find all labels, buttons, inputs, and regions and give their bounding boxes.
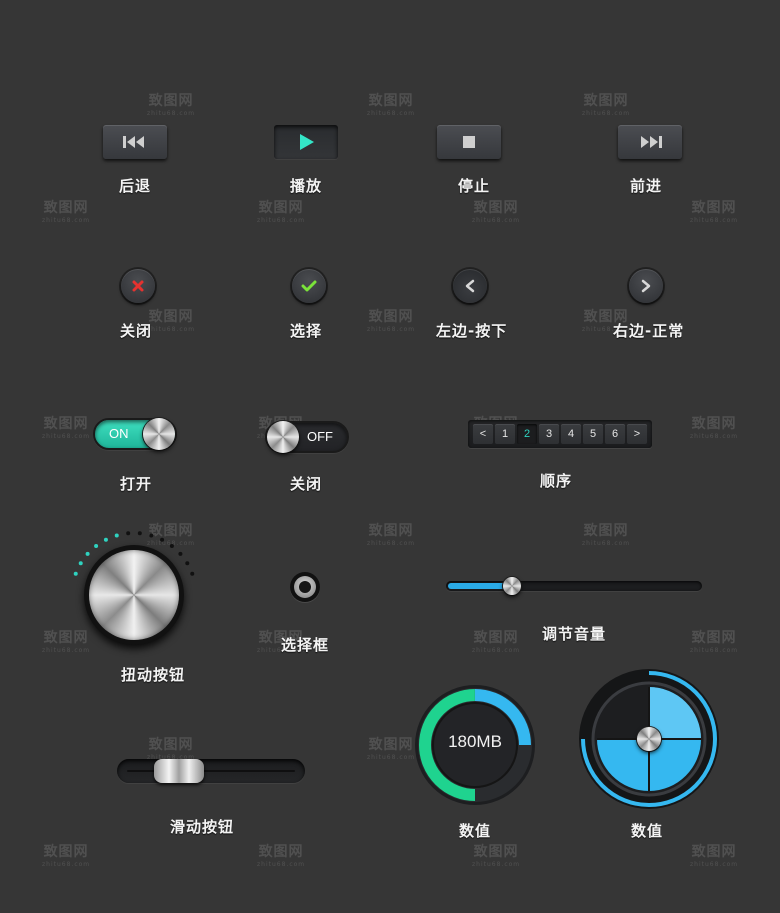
knob-scale-dot — [114, 533, 119, 538]
watermark-logo: 致图网zhitu68.com — [367, 523, 416, 547]
close-round-label: 关闭 — [120, 322, 153, 340]
forward-label: 前进 — [630, 177, 663, 195]
toggle-on-text: ON — [109, 426, 129, 441]
select-round-label: 选择 — [290, 322, 323, 340]
rewind-button[interactable] — [103, 125, 167, 159]
storage-gauge-value: 180MB — [448, 732, 502, 751]
watermark-logo: 致图网zhitu68.com — [582, 93, 631, 117]
radio-label: 选择框 — [281, 636, 330, 654]
knob-scale-dot — [160, 537, 165, 542]
slide-button-groove — [127, 770, 295, 772]
watermark-logo: 致图网zhitu68.com — [147, 737, 196, 761]
select-round-button[interactable] — [292, 269, 326, 303]
knob-scale-dot — [103, 537, 108, 542]
toggle-off-text: OFF — [307, 429, 333, 444]
pie-gauge-label: 数值 — [631, 822, 664, 840]
pager-pages: 123456 — [494, 424, 626, 444]
play-icon — [300, 134, 314, 150]
volume-label: 调节音量 — [542, 625, 607, 643]
toggle-open-label: 打开 — [120, 475, 153, 493]
pager-page-button[interactable]: 5 — [583, 424, 603, 444]
watermark-logo: 致图网zhitu68.com — [367, 309, 416, 333]
chevron-left-icon — [465, 279, 475, 293]
watermark-logo: 致图网zhitu68.com — [472, 844, 521, 868]
watermark-logo: 致图网zhitu68.com — [257, 844, 306, 868]
pager-page-button[interactable]: 3 — [539, 424, 559, 444]
radio-dot — [299, 581, 311, 593]
volume-slider[interactable] — [446, 577, 702, 595]
rewind-icon — [123, 136, 144, 148]
knob-scale-dot — [185, 561, 190, 566]
rotary-knob[interactable] — [84, 545, 184, 645]
watermark-logo: 致图网zhitu68.com — [257, 200, 306, 224]
pie-gauge-center-knob — [637, 727, 661, 751]
toggle-knob[interactable] — [267, 421, 299, 453]
toggle-off-switch[interactable]: OFF — [265, 421, 349, 453]
play-button[interactable] — [274, 125, 338, 159]
pager-next-button[interactable]: > — [627, 424, 647, 444]
watermark-logo: 致图网zhitu68.com — [472, 200, 521, 224]
knob-scale-dot — [78, 561, 83, 566]
left-round-label: 左边-按下 — [436, 322, 508, 340]
watermark-logo: 致图网zhitu68.com — [42, 844, 91, 868]
knob-scale-dot — [85, 551, 90, 556]
volume-slider-thumb[interactable] — [503, 577, 521, 595]
knob-scale-dot — [190, 571, 195, 576]
stop-button[interactable] — [437, 125, 501, 159]
watermark-logo: 致图网zhitu68.com — [367, 737, 416, 761]
knob-scale-dot — [137, 531, 142, 536]
watermark-logo: 致图网zhitu68.com — [690, 630, 739, 654]
pager-page-button[interactable]: 1 — [495, 424, 515, 444]
watermark-logo: 致图网zhitu68.com — [690, 416, 739, 440]
stop-icon — [463, 136, 475, 148]
fast-forward-icon — [641, 136, 662, 148]
pager-label: 顺序 — [540, 472, 573, 490]
knob-scale-dot — [73, 571, 78, 576]
knob-scale-dot — [169, 543, 174, 548]
slide-button-handle[interactable] — [154, 759, 204, 783]
toggle-knob[interactable] — [143, 418, 175, 450]
forward-button[interactable] — [618, 125, 682, 159]
pager-page-button[interactable]: 2 — [517, 424, 537, 444]
check-icon — [301, 280, 317, 292]
rotary-knob-face[interactable] — [89, 550, 179, 640]
radio-button[interactable] — [290, 572, 320, 602]
watermark-logo: 致图网zhitu68.com — [367, 93, 416, 117]
pie-gauge — [578, 668, 720, 810]
radio-bezel — [294, 576, 316, 598]
play-label: 播放 — [290, 177, 323, 195]
watermark-logo: 致图网zhitu68.com — [472, 630, 521, 654]
stop-label: 停止 — [458, 177, 491, 195]
knob-scale-dot — [149, 533, 154, 538]
close-round-button[interactable] — [121, 269, 155, 303]
toggle-on-switch[interactable]: ON — [93, 418, 177, 450]
pager-page-button[interactable]: 4 — [561, 424, 581, 444]
rotary-knob-label: 扭动按钮 — [121, 666, 186, 684]
watermark-logo: 致图网zhitu68.com — [42, 200, 91, 224]
storage-gauge-label: 数值 — [459, 822, 492, 840]
watermark-logo: 致图网zhitu68.com — [147, 93, 196, 117]
knob-scale-dot — [126, 531, 131, 536]
rewind-label: 后退 — [119, 177, 152, 195]
right-round-button[interactable] — [629, 269, 663, 303]
left-round-button[interactable] — [453, 269, 487, 303]
storage-gauge: 180MB — [414, 684, 536, 806]
pagination: < 123456 > — [468, 420, 652, 448]
knob-scale-dot — [178, 551, 183, 556]
watermark-logo: 致图网zhitu68.com — [690, 200, 739, 224]
knob-scale-dot — [94, 543, 99, 548]
close-icon — [132, 280, 144, 292]
chevron-right-icon — [641, 279, 651, 293]
watermark-logo: 致图网zhitu68.com — [42, 416, 91, 440]
toggle-close-label: 关闭 — [290, 475, 323, 493]
pager-prev-button[interactable]: < — [473, 424, 493, 444]
slide-button-label: 滑动按钮 — [170, 818, 235, 836]
slide-button[interactable] — [117, 759, 305, 783]
volume-slider-fill — [448, 583, 511, 589]
watermark-logo: 致图网zhitu68.com — [690, 844, 739, 868]
watermark-logo: 致图网zhitu68.com — [582, 523, 631, 547]
watermark-logo: 致图网zhitu68.com — [147, 309, 196, 333]
right-round-label: 右边-正常 — [613, 322, 685, 340]
pager-page-button[interactable]: 6 — [605, 424, 625, 444]
